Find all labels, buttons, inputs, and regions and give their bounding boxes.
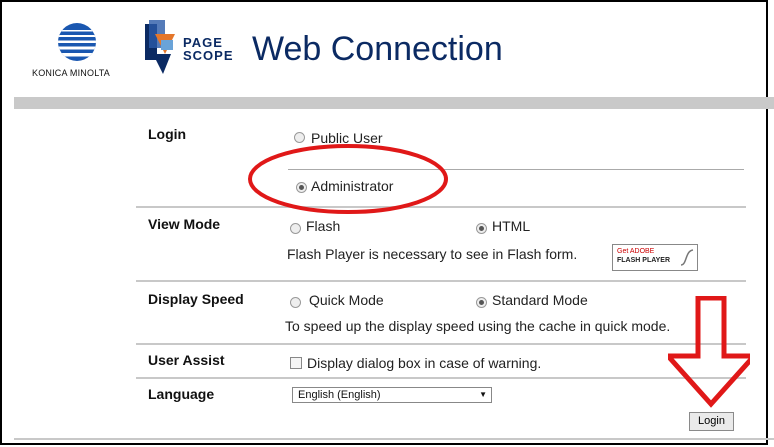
get-flash-player-badge[interactable]: Get ADOBE FLASH PLAYER	[612, 244, 698, 271]
pagescope-text: PAGE SCOPE	[183, 35, 234, 63]
quick-mode-radio[interactable]	[290, 295, 301, 313]
konica-minolta-globe-icon	[58, 23, 96, 61]
standard-mode-radio[interactable]	[476, 295, 487, 313]
html-label: HTML	[492, 218, 531, 234]
pagescope-logo-icon	[145, 20, 175, 74]
html-radio[interactable]	[476, 221, 487, 239]
header-bar	[14, 97, 774, 109]
bottom-divider	[14, 438, 774, 440]
flash-icon	[680, 249, 694, 266]
row-divider	[136, 343, 746, 345]
annotation-circle	[248, 144, 448, 214]
dropdown-arrow-icon: ▼	[479, 390, 487, 399]
brand-name: KONICA MINOLTA	[32, 68, 110, 78]
view-mode-label: View Mode	[148, 216, 221, 232]
flash-radio[interactable]	[290, 221, 301, 239]
flash-note: Flash Player is necessary to see in Flas…	[287, 246, 578, 262]
annotation-arrow-icon	[668, 296, 750, 408]
row-divider	[136, 280, 746, 282]
language-label: Language	[148, 386, 215, 402]
display-speed-note: To speed up the display speed using the …	[285, 318, 671, 334]
login-label: Login	[148, 126, 187, 142]
user-assist-label: User Assist	[148, 352, 225, 368]
row-divider	[136, 377, 746, 379]
display-speed-label: Display Speed	[148, 291, 244, 307]
user-assist-checkbox-label: Display dialog box in case of warning.	[307, 355, 542, 371]
language-select[interactable]: English (English) ▼	[292, 387, 492, 403]
user-assist-checkbox[interactable]	[290, 356, 302, 374]
quick-mode-label: Quick Mode	[309, 292, 384, 308]
flash-label: Flash	[306, 218, 341, 234]
login-button[interactable]: Login	[689, 411, 734, 431]
standard-mode-label: Standard Mode	[492, 292, 588, 308]
language-select-value: English (English)	[298, 389, 381, 401]
login-button-wrapper: Login	[689, 411, 734, 431]
page-title: Web Connection	[252, 30, 503, 68]
